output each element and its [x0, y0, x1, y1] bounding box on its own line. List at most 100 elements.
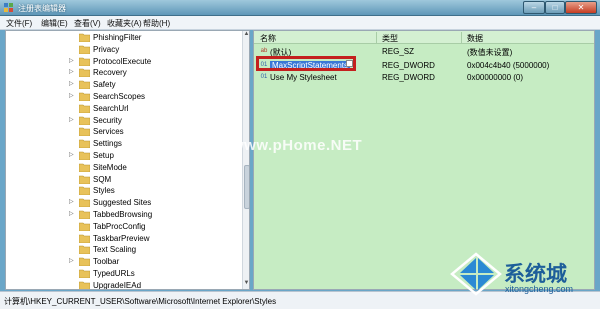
folder-icon — [79, 80, 90, 90]
folder-icon — [79, 151, 90, 160]
menu-help[interactable]: 帮助(H) — [143, 18, 170, 29]
folder-icon — [79, 269, 90, 278]
tree-item-label: SiteMode — [93, 162, 127, 172]
column-header-type[interactable]: 类型 — [382, 33, 398, 44]
folder-icon — [79, 163, 90, 172]
logo-url: xitongcheng.com — [505, 284, 574, 294]
folder-icon — [79, 92, 90, 101]
tree-item[interactable]: TabProcConfig — [6, 221, 242, 233]
tree-item[interactable]: UpgradeIEAd — [6, 280, 242, 290]
value-data: 0x00000000 (0) — [467, 73, 524, 82]
tree-item[interactable]: TaskbarPreview — [6, 233, 242, 245]
value-data: (数值未设置) — [467, 48, 513, 57]
tree-item[interactable]: PhishingFilter — [6, 32, 242, 44]
folder-icon — [79, 257, 90, 267]
registry-key-tree[interactable]: PhishingFilter Privacy ▷ ProtocolExecute ▷ Re… — [5, 30, 250, 290]
tree-item-label: Suggested Sites — [93, 198, 152, 208]
folder-icon — [79, 246, 90, 255]
list-row[interactable]: 01 Use My Stylesheet REG_DWORD 0x0000000… — [254, 72, 594, 84]
tree-item[interactable]: Services — [6, 126, 242, 138]
tree-item[interactable]: SearchUrl — [6, 103, 242, 115]
column-header-name[interactable]: 名称 — [260, 33, 276, 44]
window-title: 注册表编辑器 — [18, 4, 66, 13]
scroll-up-icon[interactable]: ▲ — [243, 31, 249, 40]
close-button[interactable]: ✕ — [565, 1, 597, 14]
tree-item-label: ProtocolExecute — [93, 56, 152, 66]
tree-item[interactable]: ▷ Recovery — [6, 67, 242, 79]
tree-item[interactable]: ▷ TabbedBrowsing — [6, 209, 242, 221]
expand-arrow-icon[interactable]: ▷ — [69, 57, 74, 64]
tree-item[interactable]: Privacy — [6, 44, 242, 56]
windows-logo-icon — [450, 252, 502, 296]
tree-scrollbar[interactable]: ▲ ▼ — [242, 31, 249, 289]
folder-icon — [79, 69, 90, 78]
expand-arrow-icon[interactable]: ▷ — [69, 116, 74, 123]
title-bar: 注册表编辑器 – □ ✕ — [0, 0, 600, 16]
folder-icon — [79, 281, 90, 289]
value-type: REG_DWORD — [382, 73, 435, 82]
folder-icon — [79, 198, 90, 208]
tree-item-label: TabProcConfig — [93, 221, 146, 231]
value-name: Use My Stylesheet — [270, 73, 337, 82]
tree-item[interactable]: ▷ Suggested Sites — [6, 197, 242, 209]
tree-item[interactable]: Text Scaling — [6, 244, 242, 256]
tree-item[interactable]: SiteMode — [6, 162, 242, 174]
expand-arrow-icon[interactable]: ▷ — [69, 80, 74, 87]
menu-view[interactable]: 查看(V) — [74, 18, 101, 29]
tree-item-label: SQM — [93, 174, 112, 184]
tree-item-label: Safety — [93, 80, 116, 90]
folder-icon — [79, 104, 90, 113]
expand-arrow-icon[interactable]: ▷ — [69, 210, 74, 217]
tree-item-label: PhishingFilter — [93, 33, 142, 42]
tree-item-label: Settings — [93, 139, 122, 149]
expand-arrow-icon[interactable]: ▷ — [69, 198, 74, 205]
menu-favorites[interactable]: 收藏夹(A) — [107, 18, 142, 29]
tree-item[interactable]: ▷ Safety — [6, 79, 242, 91]
minimize-button[interactable]: – — [523, 1, 545, 14]
maximize-button[interactable]: □ — [545, 1, 565, 14]
value-type: REG_SZ — [382, 47, 415, 56]
expand-arrow-icon[interactable]: ▷ — [69, 68, 74, 75]
folder-icon — [79, 139, 90, 149]
tree-item[interactable]: ▷ ProtocolExecute — [6, 56, 242, 68]
expand-arrow-icon[interactable]: ▷ — [69, 151, 74, 158]
tree-item-label: Styles — [93, 186, 115, 196]
tree-item[interactable]: SQM — [6, 174, 242, 186]
expand-arrow-icon[interactable]: ▷ — [69, 257, 74, 264]
list-header: 名称 类型 数据 — [254, 31, 594, 44]
tree-item-label: UpgradeIEAd — [93, 280, 142, 290]
menu-edit[interactable]: 编辑(E) — [41, 18, 68, 29]
menu-bar: 文件(F) 编辑(E) 查看(V) 收藏夹(A) 帮助(H) — [0, 16, 600, 30]
menu-file[interactable]: 文件(F) — [6, 18, 32, 29]
tree-item-label: TaskbarPreview — [93, 233, 150, 243]
string-value-icon: ab — [260, 48, 268, 54]
scroll-thumb[interactable] — [244, 165, 249, 209]
tree-item[interactable]: TypedURLs — [6, 268, 242, 280]
tree-item-label: Recovery — [93, 68, 127, 78]
tree-item-label: Services — [93, 127, 124, 137]
highlight-annotation — [256, 56, 356, 71]
registry-value-list[interactable]: 名称 类型 数据 ab (默认) REG_SZ (数值未设置) 01 MaxSc… — [253, 30, 595, 290]
folder-icon — [79, 45, 90, 54]
tree-item[interactable]: Settings — [6, 138, 242, 150]
tree-item-label: Text Scaling — [93, 245, 137, 255]
folder-icon — [79, 57, 90, 66]
folder-icon — [79, 210, 90, 219]
tree-item[interactable]: ▷ Toolbar — [6, 256, 242, 268]
status-path: 计算机\HKEY_CURRENT_USER\Software\Microsoft… — [4, 297, 277, 306]
tree-item-label: Privacy — [93, 44, 120, 54]
expand-arrow-icon[interactable]: ▷ — [69, 92, 74, 99]
folder-icon — [79, 175, 90, 184]
column-separator[interactable] — [461, 32, 462, 43]
tree-item-label: SearchScopes — [93, 92, 146, 101]
tree-item[interactable]: ▷ Security — [6, 115, 242, 127]
column-separator[interactable] — [376, 32, 377, 43]
dword-value-icon: 01 — [260, 74, 268, 80]
tree-item-label: Toolbar — [93, 257, 120, 267]
column-header-data[interactable]: 数据 — [467, 33, 483, 44]
watermark: www.pHome.NET — [232, 137, 363, 154]
scroll-down-icon[interactable]: ▼ — [243, 280, 249, 289]
tree-item[interactable]: ▷ Setup — [6, 150, 242, 162]
tree-item[interactable]: Styles — [6, 185, 242, 197]
tree-item[interactable]: ▷ SearchScopes — [6, 91, 242, 103]
